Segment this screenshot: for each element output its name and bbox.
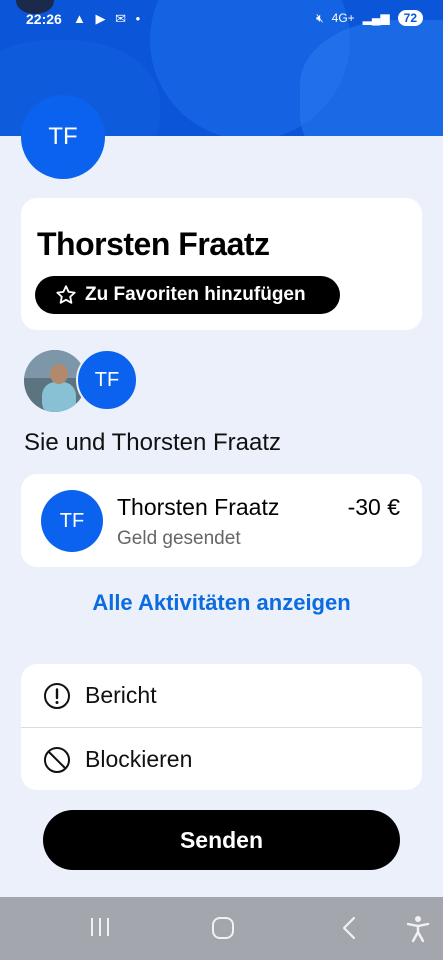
transaction-name: Thorsten Fraatz bbox=[117, 494, 280, 520]
transaction-amount: -30 € bbox=[347, 494, 400, 520]
status-bar: 22:26 ▲ ▶ ✉ • 🔇︎ 4G+ ▂▄▆ 72 bbox=[0, 0, 443, 40]
notification-icons: ▲ ▶ ✉ • bbox=[73, 11, 144, 26]
actions-card: Bericht Blockieren bbox=[21, 664, 422, 790]
show-all-activity-link[interactable]: Alle Aktivitäten anzeigen bbox=[0, 590, 443, 616]
mute-icon: 🔇︎ bbox=[316, 10, 324, 25]
contact-avatar-initials: TF bbox=[94, 368, 120, 391]
profile-name: Thorsten Fraatz bbox=[37, 226, 270, 262]
system-navigation-bar bbox=[0, 897, 443, 960]
send-button[interactable]: Senden bbox=[43, 810, 400, 870]
profile-avatar-initials: TF bbox=[48, 123, 78, 150]
add-favorite-button[interactable]: Zu Favoriten hinzufügen bbox=[35, 276, 340, 314]
transaction-avatar: TF bbox=[41, 490, 103, 552]
star-icon bbox=[56, 285, 76, 304]
home-icon[interactable] bbox=[210, 915, 236, 941]
status-time: 22:26 bbox=[26, 11, 62, 27]
accessibility-icon[interactable] bbox=[405, 915, 431, 943]
alert-circle-icon bbox=[44, 682, 70, 709]
add-favorite-label: Zu Favoriten hinzufügen bbox=[85, 284, 306, 305]
profile-avatar: TF bbox=[21, 95, 105, 179]
back-icon[interactable] bbox=[338, 915, 360, 941]
shared-activity-title: Sie und Thorsten Fraatz bbox=[24, 429, 282, 456]
battery-indicator: 72 bbox=[397, 10, 423, 26]
block-icon bbox=[44, 746, 70, 773]
contact-avatar: TF bbox=[76, 349, 138, 411]
signal-icon: ▂▄▆ bbox=[362, 11, 390, 25]
profile-card: Thorsten Fraatz Zu Favoriten hinzufügen bbox=[21, 198, 422, 330]
block-button[interactable]: Blockieren bbox=[21, 728, 422, 791]
recents-icon[interactable] bbox=[88, 915, 112, 939]
report-button[interactable]: Bericht bbox=[21, 664, 422, 727]
transaction-subtitle: Geld gesendet bbox=[117, 528, 241, 549]
send-label: Senden bbox=[179, 826, 264, 853]
block-label: Blockieren bbox=[85, 746, 193, 772]
transaction-row[interactable]: TF Thorsten Fraatz Geld gesendet -30 € bbox=[21, 474, 422, 567]
report-label: Bericht bbox=[85, 682, 157, 708]
network-label: 4G+ bbox=[331, 11, 355, 25]
transaction-avatar-initials: TF bbox=[59, 509, 85, 532]
